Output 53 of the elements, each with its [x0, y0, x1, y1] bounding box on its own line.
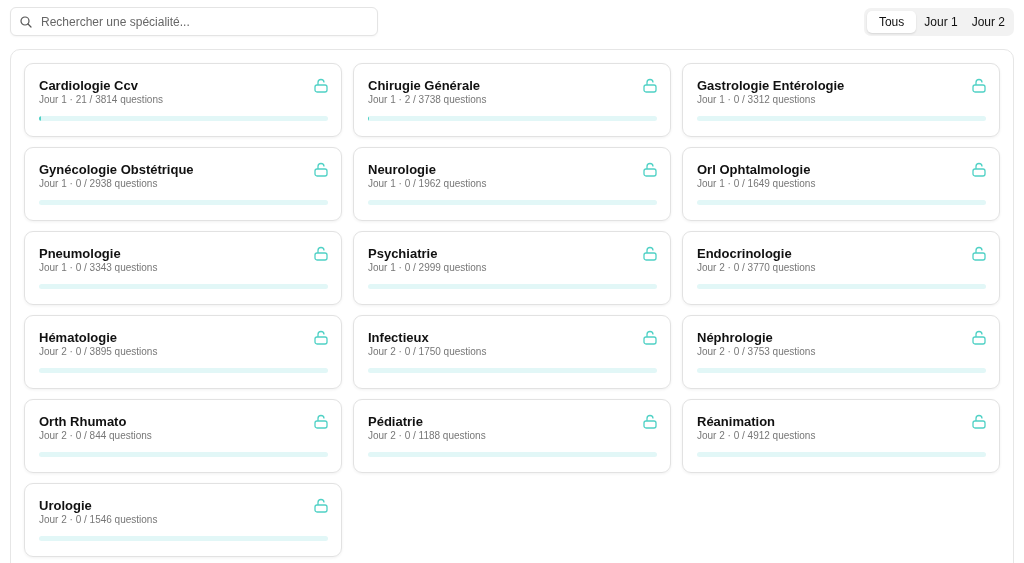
filter-tab[interactable]: Tous: [866, 10, 917, 33]
question-count: Jour 1 · 0 / 2999 questions: [368, 262, 487, 274]
specialty-name: Urologie: [39, 498, 93, 514]
question-count: Jour 2 · 0 / 3770 questions: [697, 262, 816, 274]
specialty-card[interactable]: Chirugie Générale Jour 1 · 2 / 3738 questions: [353, 63, 671, 137]
specialty-card[interactable]: Orl Ophtalmologie Jour 1 · 0 / 1649 questions: [682, 147, 1000, 221]
question-count: Jour 2 · 0 / 3753 questions: [697, 346, 816, 358]
question-count: Jour 2 · 0 / 1188 questions: [368, 430, 486, 442]
question-count: Jour 1 · 0 / 2938 questions: [39, 178, 159, 190]
specialty-card[interactable]: Réanimation Jour 2 · 0 / 4912 questions: [682, 399, 1000, 473]
specialty-name: Hématologie: [39, 330, 118, 346]
specialty-card[interactable]: Pédiatrie Jour 2 · 0 / 1188 questions: [353, 399, 671, 473]
question-count: Jour 2 · 0 / 844 questions: [39, 430, 152, 442]
question-count: Jour 2 · 0 / 1750 questions: [368, 346, 487, 358]
specialty-card[interactable]: Néphrologie Jour 2 · 0 / 3753 questions: [682, 315, 1000, 389]
question-count: Jour 1 · 0 / 1962 questions: [368, 178, 487, 190]
specialty-name: Cardiologie Ccv: [39, 78, 139, 94]
specialty-name: Réanimation: [697, 414, 776, 430]
question-count: Jour 2 · 0 / 1546 questions: [39, 514, 158, 526]
question-count: Jour 1 · 21 / 3814 questions: [39, 94, 163, 106]
specialty-card[interactable]: Orth Rhumato Jour 2 · 0 / 844 questions: [24, 399, 342, 473]
question-count: Jour 1 · 0 / 1649 questions: [697, 178, 816, 190]
question-count: Jour 2 · 0 / 3895 questions: [39, 346, 158, 358]
specialty-name: Neurologie: [368, 162, 437, 178]
specialty-name: Infectieux: [368, 330, 430, 346]
specialty-name: Psychiatrie: [368, 246, 439, 262]
filter-tab[interactable]: Jour 2: [965, 10, 1011, 33]
question-count: Jour 1 · 0 / 3343 questions: [39, 262, 158, 274]
question-count: Jour 2 · 0 / 4912 questions: [697, 430, 816, 442]
specialty-card[interactable]: Psychiatrie Jour 1 · 0 / 2999 questions: [353, 231, 671, 305]
specialty-name: Endocrinologie: [697, 246, 793, 262]
specialty-name: Chirugie Générale: [368, 78, 481, 94]
specialty-name: Pédiatrie: [368, 414, 424, 430]
specialty-name: Pneumologie: [39, 246, 122, 262]
specialty-name: Gastrologie Entérologie: [697, 78, 845, 94]
specialty-name: Néphrologie: [697, 330, 774, 346]
filter-tab[interactable]: Jour 1: [918, 10, 964, 33]
specialty-name: Orl Ophtalmologie: [697, 162, 812, 178]
specialty-card[interactable]: Pneumologie Jour 1 · 0 / 3343 questions: [24, 231, 342, 305]
search-icon: [20, 16, 32, 28]
specialty-name: Gynécologie Obstétrique: [39, 162, 194, 178]
specialty-card[interactable]: Cardiologie Ccv Jour 1 · 21 / 3814 questions: [24, 63, 342, 137]
specialty-card[interactable]: Neurologie Jour 1 · 0 / 1962 questions: [353, 147, 671, 221]
question-count: Jour 1 · 2 / 3738 questions: [368, 94, 487, 106]
specialty-card[interactable]: Infectieux Jour 2 · 0 / 1750 questions: [353, 315, 671, 389]
specialty-card[interactable]: Hématologie Jour 2 · 0 / 3895 questions: [24, 315, 342, 389]
question-count: Jour 1 · 0 / 3312 questions: [697, 94, 817, 106]
specialty-card[interactable]: Gynécologie Obstétrique Jour 1 · 0 / 2938 questions: [24, 147, 342, 221]
specialty-card[interactable]: Endocrinologie Jour 2 · 0 / 3770 questions: [682, 231, 1000, 305]
search-field[interactable]: Rechercher une spécialité...: [10, 7, 378, 36]
specialty-card[interactable]: Urologie Jour 2 · 0 / 1546 questions: [24, 483, 342, 557]
specialty-name: Orth Rhumato: [39, 414, 128, 430]
specialty-card[interactable]: Gastrologie Entérologie Jour 1 · 0 / 3312 questions: [682, 63, 1000, 137]
